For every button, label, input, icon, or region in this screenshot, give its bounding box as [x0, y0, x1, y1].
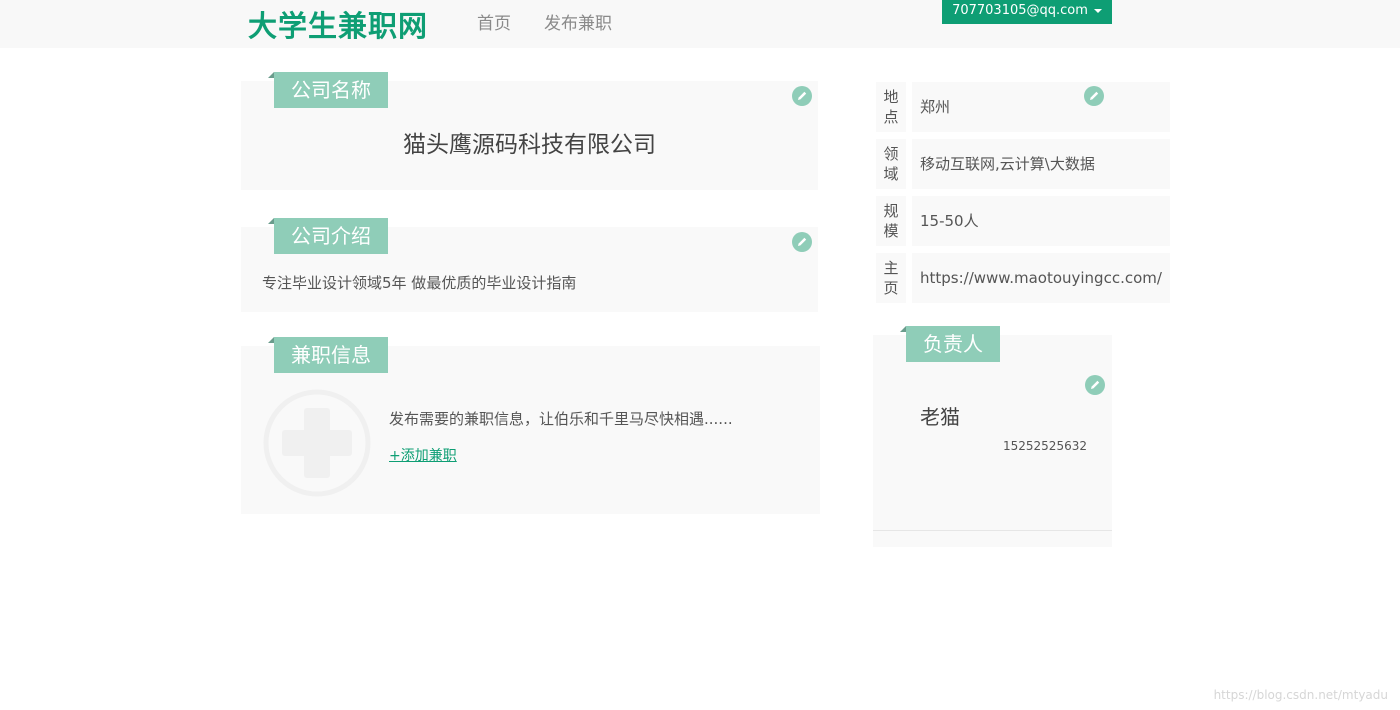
size-label-char: 模: [883, 222, 899, 240]
field-label-char: 域: [883, 165, 899, 183]
info-row-size: 规 模 15-50人: [876, 196, 1170, 246]
size-label: 规 模: [876, 196, 906, 246]
user-email: 707703105@qq.com: [952, 3, 1088, 18]
info-row-field: 领 域 移动互联网,云计算\大数据: [876, 139, 1170, 189]
watermark: https://blog.csdn.net/mtyadu: [1213, 688, 1388, 702]
company-name-tag: 公司名称: [268, 72, 388, 108]
nav-post-job-link[interactable]: 发布兼职: [544, 12, 612, 36]
nav-home-link[interactable]: 首页: [477, 12, 511, 36]
company-intro-tag: 公司介绍: [268, 218, 388, 254]
company-intro-panel: 公司介绍 专注毕业设计领域5年 做最优质的毕业设计指南: [241, 218, 818, 312]
plus-circle-icon: [263, 389, 371, 497]
jobs-panel: 兼职信息 发布需要的兼职信息，让伯乐和千里马尽快相遇...... +添加兼职: [241, 337, 820, 514]
homepage-value: https://www.maotouyingcc.com/: [912, 253, 1170, 303]
contact-name: 老猫: [920, 405, 960, 429]
homepage-label: 主 页: [876, 253, 906, 303]
top-navbar: 大学生兼职网 首页 发布兼职 707703105@qq.com: [0, 0, 1400, 48]
contact-panel: 负责人 老猫 15252525632: [873, 326, 1112, 547]
field-label: 领 域: [876, 139, 906, 189]
location-label-char: 地: [883, 88, 899, 106]
pencil-icon: [798, 237, 807, 246]
field-value: 移动互联网,云计算\大数据: [912, 139, 1170, 189]
jobs-tag: 兼职信息: [268, 337, 388, 373]
divider: [873, 530, 1112, 531]
info-row-location: 地 点 郑州: [876, 82, 1170, 132]
field-label-char: 领: [883, 145, 899, 163]
user-account-dropdown[interactable]: 707703105@qq.com: [942, 0, 1112, 24]
size-value: 15-50人: [912, 196, 1170, 246]
add-job-link[interactable]: +添加兼职: [389, 445, 457, 465]
caret-down-icon: [1093, 8, 1102, 13]
contact-phone: 15252525632: [1003, 439, 1087, 453]
edit-company-intro-button[interactable]: [792, 232, 812, 252]
pencil-icon: [1091, 380, 1100, 389]
company-intro-value: 专注毕业设计领域5年 做最优质的毕业设计指南: [262, 274, 577, 292]
edit-contact-button[interactable]: [1085, 375, 1105, 395]
jobs-description: 发布需要的兼职信息，让伯乐和千里马尽快相遇......: [389, 410, 733, 428]
pencil-icon: [798, 91, 807, 100]
info-row-homepage: 主 页 https://www.maotouyingcc.com/: [876, 253, 1170, 303]
edit-company-name-button[interactable]: [792, 86, 812, 106]
company-name-value: 猫头鹰源码科技有限公司: [403, 132, 656, 158]
pencil-icon: [1090, 91, 1099, 100]
size-label-char: 规: [883, 202, 899, 220]
contact-tag: 负责人: [900, 326, 1000, 362]
edit-info-button[interactable]: [1084, 86, 1104, 106]
company-name-panel: 公司名称 猫头鹰源码科技有限公司: [241, 72, 818, 190]
location-label: 地 点: [876, 82, 906, 132]
homepage-label-char: 页: [883, 279, 899, 297]
site-logo-link[interactable]: 大学生兼职网: [248, 6, 428, 46]
homepage-label-char: 主: [883, 259, 899, 277]
location-label-char: 点: [883, 108, 899, 126]
location-value: 郑州: [912, 82, 1170, 132]
